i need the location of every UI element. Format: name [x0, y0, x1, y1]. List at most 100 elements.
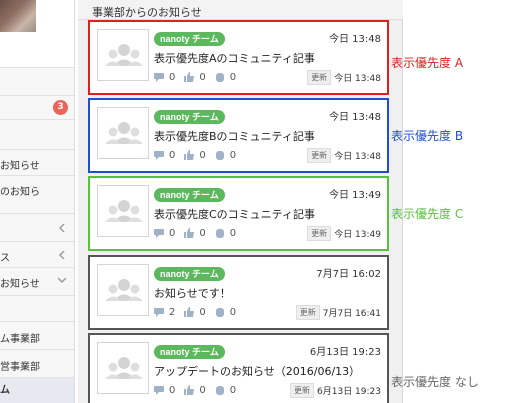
thumbs-up-icon[interactable] [184, 150, 195, 160]
news-card-b[interactable]: nanoty チーム 今日 13:48 表示優先度Bのコミュニティ記事 0 0 … [88, 98, 389, 173]
thumbs-up-icon[interactable] [184, 228, 195, 238]
updated-info: 更新 今日 13:48 [307, 70, 381, 85]
user-group-icon [105, 200, 143, 222]
sidebar-item-team-active[interactable]: ム [0, 378, 74, 403]
updated-time: 7月7日 16:41 [322, 309, 381, 319]
comment-icon [154, 229, 164, 238]
post-stats: 0 0 0 [154, 148, 245, 162]
post-date: 6月13日 19:23 [309, 347, 381, 358]
post-date: 今日 13:48 [329, 112, 381, 123]
thumbs-up-icon[interactable] [184, 385, 195, 395]
post-stats: 2 0 0 [154, 305, 245, 319]
sidebar: お知らせ のお知ら ス お知らせ ム事業部 営事業部 ム 3 [0, 0, 75, 403]
post-title[interactable]: アップデートのお知らせ（2016/06/13） [154, 363, 360, 379]
thumbs-up-icon[interactable] [184, 72, 195, 82]
sidebar-item-division-1[interactable]: ム事業部 [0, 322, 74, 350]
update-label: 更新 [307, 226, 332, 241]
like-count: 0 [199, 71, 206, 83]
post-title[interactable]: 表示優先度Bのコミュニティ記事 [154, 128, 315, 144]
avatar [97, 264, 149, 316]
updated-info: 更新 7月7日 16:41 [295, 305, 381, 320]
comment-count: 2 [169, 306, 176, 318]
updated-time: 今日 13:48 [334, 152, 381, 162]
updated-info: 更新 6月13日 19:23 [290, 383, 381, 398]
news-card-c[interactable]: nanoty チーム 今日 13:49 表示優先度Cのコミュニティ記事 0 0 … [88, 176, 389, 251]
news-feed: 事業部からのお知らせ nanoty チーム 今日 13:48 表示優先度Aのコミ… [78, 0, 403, 403]
bookmark-count: 0 [229, 227, 237, 239]
comment-icon [154, 151, 164, 160]
sidebar-item-3[interactable] [0, 120, 74, 150]
like-count: 0 [199, 149, 206, 161]
avatar [97, 107, 149, 159]
post-date: 今日 13:49 [329, 190, 381, 201]
sidebar-item-1[interactable] [0, 68, 74, 96]
updated-time: 今日 13:48 [334, 74, 381, 84]
update-label: 更新 [295, 305, 320, 320]
thumbs-up-icon[interactable] [184, 307, 195, 317]
updated-time: 6月13日 19:23 [317, 387, 381, 397]
like-count: 0 [199, 227, 206, 239]
sidebar-item-division-2[interactable]: 営事業部 [0, 350, 74, 378]
priority-label-c: 表示優先度 C [391, 207, 464, 221]
updated-info: 更新 今日 13:49 [307, 226, 381, 241]
comment-icon [154, 73, 164, 82]
user-group-icon [105, 122, 143, 144]
user-group-icon [105, 279, 143, 301]
post-date: 7月7日 16:02 [316, 269, 381, 280]
comment-count: 0 [169, 71, 176, 83]
post-title[interactable]: 表示優先度Cのコミュニティ記事 [154, 206, 315, 222]
priority-label-a: 表示優先度 A [391, 56, 464, 70]
chevron-left-icon[interactable] [58, 224, 66, 232]
team-tag[interactable]: nanoty チーム [154, 32, 225, 46]
avatar [97, 185, 149, 237]
clap-icon[interactable] [215, 228, 225, 238]
update-label: 更新 [290, 383, 315, 398]
priority-label-none: 表示優先度 なし [391, 375, 479, 389]
post-title[interactable]: お知らせです！ [154, 285, 231, 301]
user-group-icon [105, 44, 143, 66]
team-tag[interactable]: nanoty チーム [154, 345, 225, 359]
comment-icon [154, 386, 164, 395]
sidebar-item-news[interactable]: お知らせ [0, 150, 74, 176]
comment-count: 0 [169, 227, 176, 239]
updated-info: 更新 今日 13:48 [307, 148, 381, 163]
chevron-down-icon[interactable] [58, 276, 66, 284]
team-tag[interactable]: nanoty チーム [154, 110, 225, 124]
feed-title: 事業部からのお知らせ [78, 0, 403, 20]
avatar [97, 29, 149, 81]
post-stats: 0 0 0 [154, 383, 245, 397]
chevron-left-icon[interactable] [58, 251, 66, 259]
team-tag[interactable]: nanoty チーム [154, 267, 225, 281]
post-stats: 0 0 0 [154, 70, 245, 84]
notification-badge: 3 [53, 100, 68, 115]
comment-count: 0 [169, 384, 176, 396]
clap-icon[interactable] [215, 385, 225, 395]
clap-icon[interactable] [215, 307, 225, 317]
clap-icon[interactable] [215, 150, 225, 160]
bookmark-count: 0 [229, 306, 237, 318]
bookmark-count: 0 [229, 384, 237, 396]
update-label: 更新 [307, 70, 332, 85]
update-label: 更新 [307, 148, 332, 163]
bookmark-count: 0 [229, 71, 237, 83]
bookmark-count: 0 [229, 149, 237, 161]
comment-count: 0 [169, 149, 176, 161]
priority-label-b: 表示優先度 B [391, 129, 464, 143]
like-count: 0 [199, 384, 206, 396]
sidebar-item-blank[interactable] [0, 296, 74, 322]
news-card-a[interactable]: nanoty チーム 今日 13:48 表示優先度Aのコミュニティ記事 0 0 … [88, 20, 389, 95]
team-tag[interactable]: nanoty チーム [154, 188, 225, 202]
post-date: 今日 13:48 [329, 34, 381, 45]
news-card-d[interactable]: nanoty チーム 7月7日 16:02 お知らせです！ 2 0 0 更新 7… [88, 255, 389, 330]
clap-icon[interactable] [215, 72, 225, 82]
post-title[interactable]: 表示優先度Aのコミュニティ記事 [154, 50, 315, 66]
user-group-icon [105, 357, 143, 379]
updated-time: 今日 13:49 [334, 230, 381, 240]
news-card-e[interactable]: nanoty チーム 6月13日 19:23 アップデートのお知らせ（2016/… [88, 333, 389, 403]
avatar [97, 342, 149, 394]
post-stats: 0 0 0 [154, 226, 245, 240]
comment-icon [154, 308, 164, 317]
profile-photo[interactable] [0, 0, 36, 32]
like-count: 0 [199, 306, 206, 318]
sidebar-item-news-2[interactable]: のお知ら [0, 176, 74, 214]
